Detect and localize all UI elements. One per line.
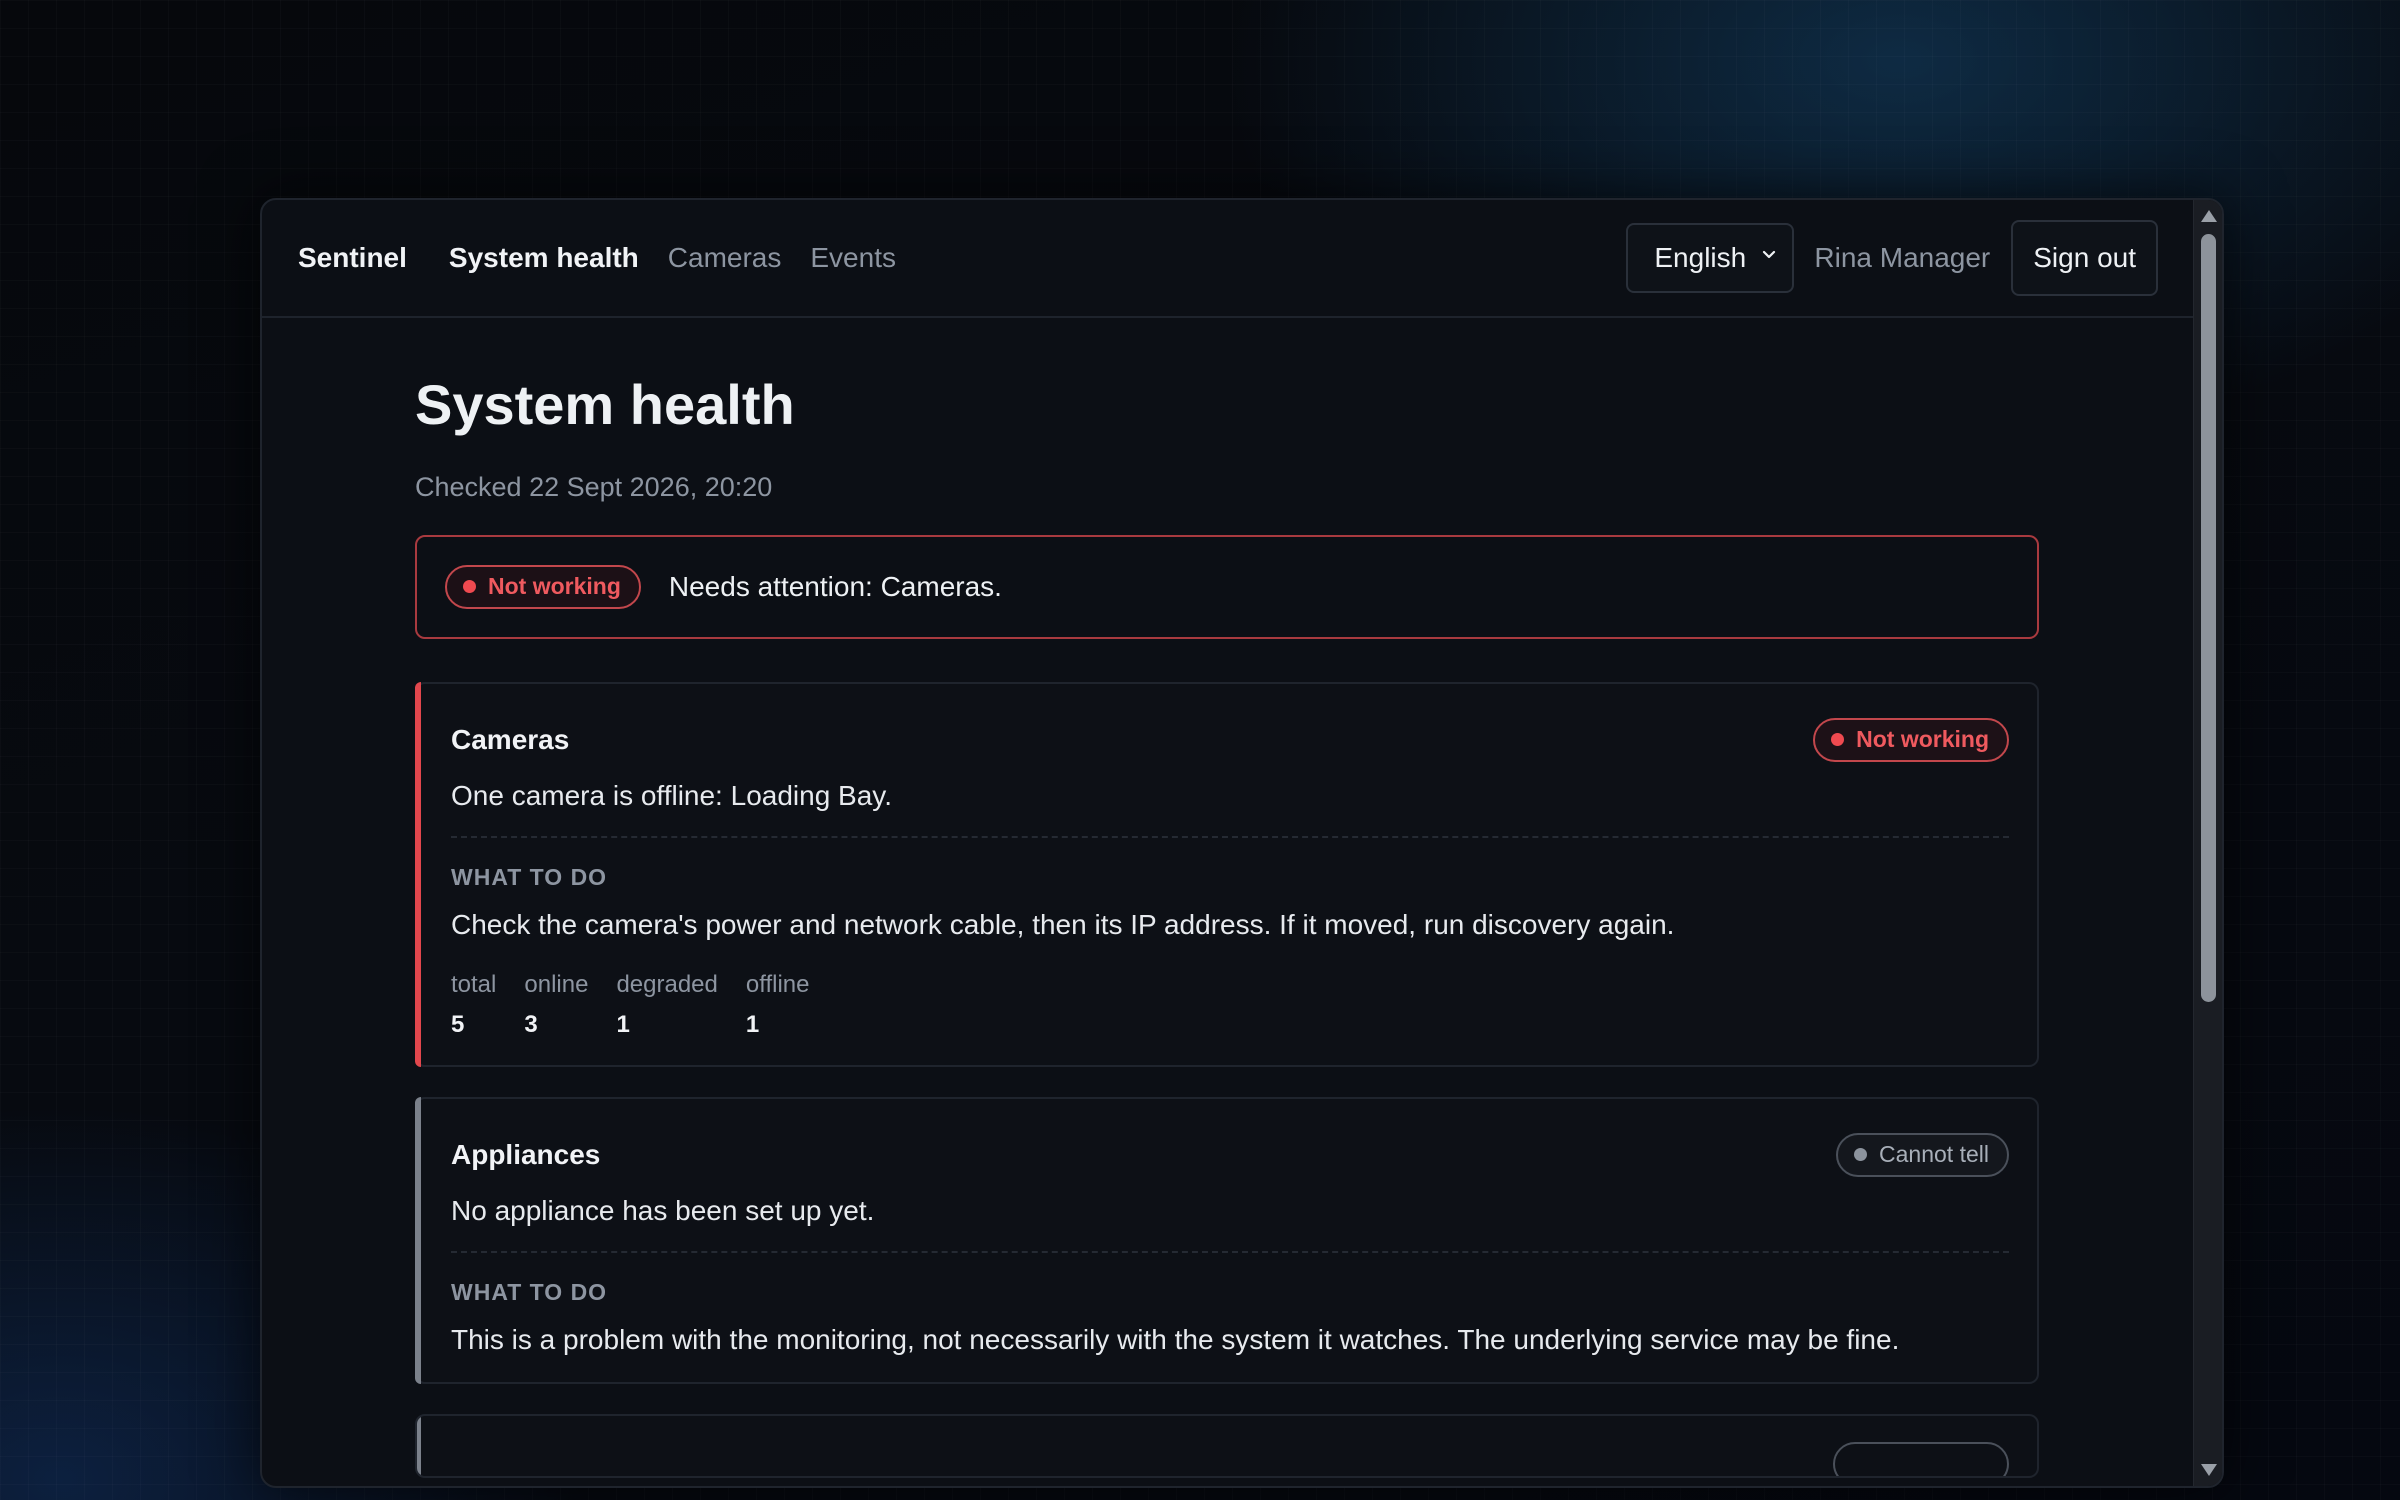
stat-label: degraded	[616, 970, 718, 998]
health-card-cameras: Cameras Not working One camera is offlin…	[415, 681, 2039, 1067]
summary-status-label: Not working	[488, 573, 621, 600]
scrollbar-thumb[interactable]	[2201, 234, 2216, 1002]
nav-link-system-health[interactable]: System health	[449, 242, 639, 274]
language-select-value: English	[1654, 242, 1747, 273]
stat-label: total	[451, 970, 497, 998]
stat-value: 3	[524, 1010, 538, 1038]
page-title: System health	[415, 373, 795, 436]
chevron-down-icon	[1763, 250, 1776, 259]
current-user-name: Rina Manager	[1814, 242, 1991, 273]
last-checked-timestamp: Checked 22 Sept 2026, 20:20	[415, 471, 773, 502]
sign-out-button[interactable]: Sign out	[2011, 220, 2158, 296]
card-title: Appliances	[451, 1138, 601, 1170]
stat-value: 1	[745, 1010, 760, 1038]
card-description: One camera is offline: Loading Bay.	[451, 780, 2009, 838]
card-header: Cameras Not working	[451, 717, 2009, 762]
stat-total: total 5	[451, 971, 496, 1039]
brand-logo[interactable]: Sentinel	[298, 242, 407, 274]
stat-value: 1	[616, 1010, 630, 1038]
card-status-label: Cannot tell	[1879, 1141, 1989, 1168]
card-status-badge	[1833, 1441, 2009, 1476]
stat-offline: offline 1	[746, 971, 810, 1039]
card-header: Appliances Cannot tell	[451, 1132, 2009, 1177]
nav-link-cameras[interactable]: Cameras	[668, 242, 782, 274]
stat-label: online	[524, 970, 589, 998]
health-card-appliances: Appliances Cannot tell No appliance has …	[415, 1096, 2039, 1384]
nav-link-events[interactable]: Events	[810, 242, 896, 274]
card-status-label: Not working	[1856, 726, 1989, 753]
what-to-do-text: This is a problem with the monitoring, n…	[451, 1323, 1900, 1355]
stat-online: online 3	[524, 971, 588, 1039]
main-content: System health Checked 22 Sept 2026, 20:2…	[262, 318, 2040, 1478]
status-dot-icon	[463, 580, 476, 594]
app-window: Sentinel System health Cameras Events En…	[260, 198, 2224, 1488]
vertical-scrollbar[interactable]	[2193, 200, 2222, 1486]
what-to-do-label: WHAT TO DO	[451, 863, 608, 890]
card-status-badge: Cannot tell	[1836, 1132, 2009, 1177]
health-summary-banner: Not working Needs attention: Cameras.	[415, 534, 2039, 639]
camera-stats: total 5 online 3 degraded 1 offline 1	[451, 971, 2009, 1039]
language-select[interactable]: English	[1626, 223, 1795, 293]
scroll-down-arrow-icon[interactable]	[2201, 1464, 2217, 1476]
what-to-do-label: WHAT TO DO	[451, 1278, 608, 1305]
card-description: No appliance has been set up yet.	[451, 1195, 2009, 1253]
card-title: Cameras	[451, 723, 570, 755]
page-viewport: Sentinel System health Cameras Events En…	[262, 200, 2194, 1486]
summary-text: Needs attention: Cameras.	[668, 570, 1002, 602]
scroll-up-arrow-icon[interactable]	[2201, 210, 2217, 222]
what-to-do-text: Check the camera's power and network cab…	[451, 908, 1675, 940]
top-navigation: Sentinel System health Cameras Events En…	[262, 200, 2194, 318]
stat-degraded: degraded 1	[616, 971, 717, 1039]
status-dot-icon	[1854, 1148, 1868, 1162]
stat-label: offline	[745, 970, 810, 998]
summary-status-badge: Not working	[445, 564, 641, 609]
health-card-partial	[415, 1413, 2039, 1478]
status-dot-icon	[1831, 733, 1845, 747]
card-status-badge: Not working	[1813, 717, 2009, 762]
stat-value: 5	[451, 1010, 465, 1038]
